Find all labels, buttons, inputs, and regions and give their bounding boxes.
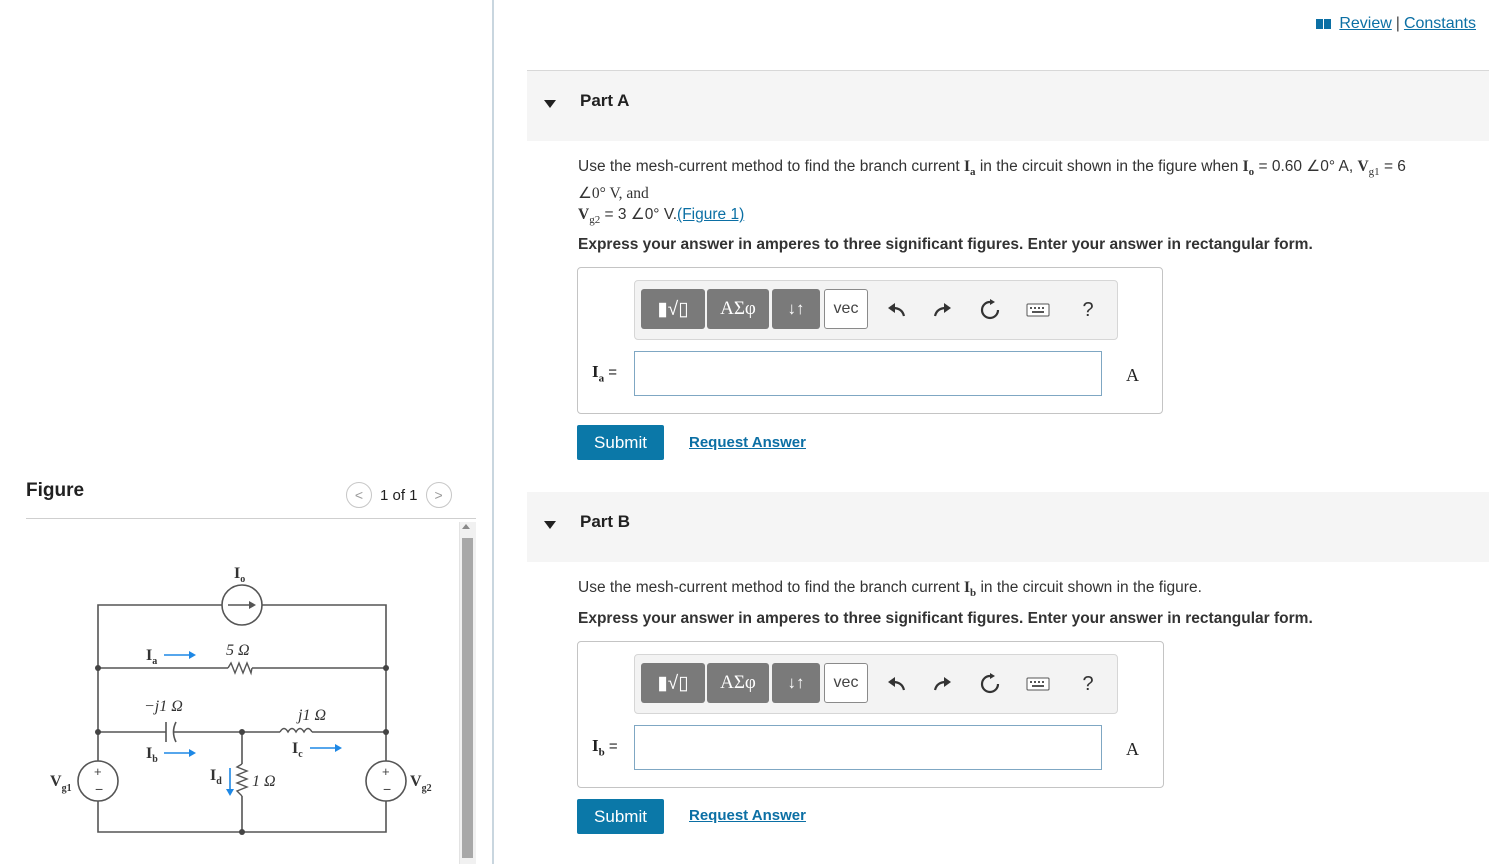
svg-text:Ia: Ia [146, 647, 157, 667]
templates-button[interactable]: ▮√▯ [641, 289, 705, 329]
part-b-title: Part B [580, 512, 631, 531]
undo-icon[interactable] [883, 671, 909, 697]
part-a-header[interactable]: Part A [527, 71, 1489, 141]
part-a-answer-box: ▮√▯ ΑΣφ ↓↑ vec ? Ia = A [577, 267, 1163, 414]
svg-text:Ib: Ib [146, 745, 158, 765]
part-b-request-answer-link[interactable]: Request Answer [689, 807, 806, 824]
math-toolbar: ▮√▯ ΑΣφ ↓↑ vec ? [634, 280, 1118, 340]
svg-text:Vg1: Vg1 [50, 773, 72, 794]
svg-text:+: + [94, 764, 102, 779]
greek-symbols-button[interactable]: ΑΣφ [707, 289, 769, 329]
figure-scrollbar-thumb[interactable] [462, 538, 473, 858]
inductor-label: j1 Ω [296, 707, 326, 724]
part-a-unit: A [1126, 365, 1139, 385]
part-b-answer-box: ▮√▯ ΑΣφ ↓↑ vec ? Ib = A [577, 641, 1164, 788]
svg-text:−: − [95, 781, 103, 797]
part-a-question: Use the mesh-current method to find the … [578, 158, 1406, 227]
top-links: Review | Constants [1316, 15, 1476, 33]
part-b-submit-button[interactable]: Submit [577, 799, 664, 834]
templates-button[interactable]: ▮√▯ [641, 663, 705, 703]
figure-pager: < 1 of 1 > [346, 482, 452, 508]
part-a-title: Part A [580, 91, 630, 110]
greek-symbols-button[interactable]: ΑΣφ [707, 663, 769, 703]
chevron-left-icon: < [354, 487, 364, 503]
part-a-instruction: Express your answer in amperes to three … [578, 236, 1313, 253]
svg-text:Id: Id [210, 767, 222, 787]
next-figure-button[interactable]: > [425, 482, 452, 508]
part-a-request-answer-link[interactable]: Request Answer [689, 434, 806, 451]
vg1-label: V [50, 773, 62, 790]
help-icon[interactable]: ? [1075, 297, 1101, 323]
redo-icon[interactable] [930, 297, 956, 323]
previous-figure-button[interactable]: < [346, 482, 372, 508]
part-b-answer-label: Ib = [592, 736, 618, 759]
svg-text:+: + [382, 764, 390, 779]
figure-1-link[interactable]: (Figure 1) [677, 206, 744, 223]
svg-text:Vg2: Vg2 [410, 773, 432, 794]
svg-text:Ic: Ic [292, 740, 303, 760]
collapse-triangle-icon[interactable] [544, 100, 556, 108]
help-icon[interactable]: ? [1075, 671, 1101, 697]
figure-heading: Figure [26, 480, 85, 501]
vg2-label: V [410, 773, 422, 790]
scroll-up-arrow-icon[interactable] [462, 524, 470, 529]
constants-link[interactable]: Constants [1404, 15, 1476, 33]
review-icon[interactable] [1316, 19, 1332, 29]
figure-divider [26, 518, 476, 519]
svg-text:Io: Io [234, 565, 245, 585]
collapse-triangle-icon[interactable] [544, 521, 556, 529]
part-a-submit-button[interactable]: Submit [577, 425, 664, 460]
panel-divider[interactable] [492, 0, 494, 864]
figure-page-indicator: 1 of 1 [380, 486, 418, 504]
arrows-button[interactable]: ↓↑ [772, 663, 820, 703]
reset-icon[interactable] [977, 671, 1003, 697]
resistor-5-label: 5 Ω [226, 642, 250, 659]
chevron-right-icon: > [434, 487, 443, 503]
capacitor-label: −j1 Ω [144, 698, 183, 715]
part-b-question: Use the mesh-current method to find the … [578, 579, 1202, 600]
arrows-button[interactable]: ↓↑ [772, 289, 820, 329]
resistor-1-label: 1 Ω [252, 773, 276, 790]
keyboard-icon[interactable] [1025, 671, 1051, 697]
part-b-answer-input[interactable] [634, 725, 1102, 770]
review-link[interactable]: Review [1339, 15, 1391, 33]
keyboard-icon[interactable] [1025, 297, 1051, 323]
part-a-answer-label: Ia = [592, 362, 618, 385]
svg-text:−: − [383, 781, 391, 797]
undo-icon[interactable] [883, 297, 909, 323]
part-a-answer-input[interactable] [634, 351, 1102, 396]
vector-button[interactable]: vec [824, 289, 868, 329]
circuit-diagram: + − + − Io Ia Ib Ic Id Vg1 Vg2 5 Ω −j1 Ω… [50, 565, 432, 835]
vector-button[interactable]: vec [824, 663, 868, 703]
redo-icon[interactable] [930, 671, 956, 697]
reset-icon[interactable] [977, 297, 1003, 323]
math-toolbar: ▮√▯ ΑΣφ ↓↑ vec ? [634, 654, 1118, 714]
part-b-header[interactable]: Part B [527, 492, 1489, 562]
part-b-unit: A [1126, 739, 1139, 759]
link-separator: | [1395, 15, 1400, 32]
part-b-instruction: Express your answer in amperes to three … [578, 610, 1313, 627]
